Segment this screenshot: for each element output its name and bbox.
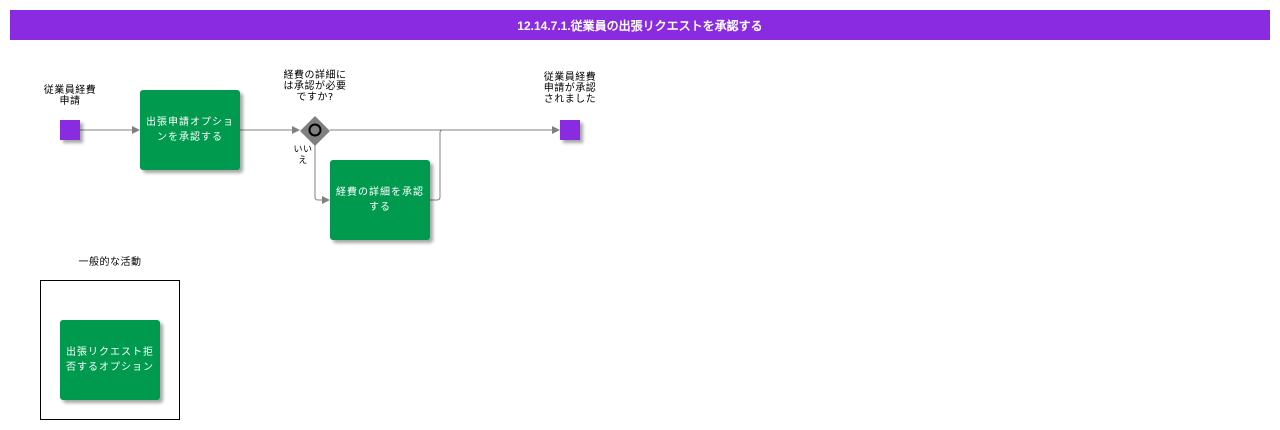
start-event-label: 従業員経費 申請 (43, 85, 97, 107)
task-approve-expense-details[interactable]: 経費の詳細を承認 する (330, 160, 430, 240)
diagram-page: 12.14.7.1.従業員の出張リクエストを承認する 従業員経費 申請 出張申請… (0, 0, 1280, 430)
gateway-no-label: いい え (293, 145, 313, 166)
task-approve-trip-label: 出張申請オプショ ンを承認する (146, 117, 234, 143)
end-event[interactable] (560, 120, 580, 140)
task-approve-trip-option[interactable]: 出張申請オプショ ンを承認する (140, 90, 240, 170)
gateway-diamond[interactable] (300, 116, 330, 146)
task-reject-trip-label: 出張リクエスト拒 否するオプション (66, 347, 154, 373)
connectors-layer (80, 116, 560, 204)
gateway-label: 経費の詳細に は承認が必要 ですか? (283, 70, 347, 103)
task-reject-trip-option[interactable]: 出張リクエスト拒 否するオプション (60, 320, 160, 400)
start-event[interactable] (60, 120, 80, 140)
task-approve-expense-label: 経費の詳細を承認 する (336, 187, 424, 213)
group-label: 一般的な活動 (78, 257, 142, 268)
flow-approve-expense-to-end (430, 129, 444, 201)
end-event-label: 従業員経費 申請が承認 されました (543, 72, 597, 105)
